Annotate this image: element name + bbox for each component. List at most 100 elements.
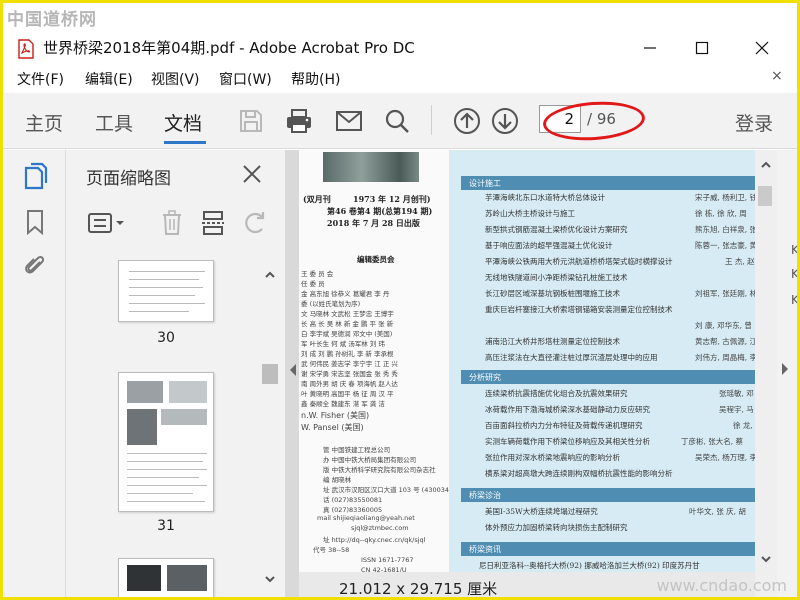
close-window-button[interactable] bbox=[739, 33, 785, 63]
search-icon[interactable] bbox=[381, 105, 413, 137]
right-strip-glyph: K bbox=[791, 267, 799, 281]
editorial-line: 金 高东旭 徐恭义 葛耀君 李 丹 bbox=[301, 290, 390, 298]
editorial-line: sjql@ztmbec.com bbox=[351, 524, 409, 532]
document-scrollbar[interactable] bbox=[755, 150, 777, 597]
toc-authors: 徐 栋, 徐 欣, 周 bbox=[695, 209, 747, 218]
delete-pages-icon[interactable] bbox=[158, 208, 186, 238]
next-page-icon[interactable] bbox=[489, 105, 521, 137]
toc-entry: 实测车辆荷载作用下桥梁位移响应及其相关性分析 bbox=[485, 437, 650, 446]
editorial-line: 叶 黄晓明 高国平 杨 征 周 汉 平 bbox=[301, 390, 394, 398]
document-scrollbar-thumb[interactable] bbox=[758, 186, 772, 206]
toc-authors: 吴程宇, 马 bbox=[719, 405, 754, 414]
toc-entry: 体外预应力加固桥梁转向块损伤主配制研究 bbox=[485, 523, 628, 532]
toc-entry: 横系梁对超高墩大跨连续刚构双幅桥抗震性能的影响分析 bbox=[485, 469, 673, 478]
thumbnail-scrollbar-thumb[interactable] bbox=[262, 364, 278, 384]
attachment-icon[interactable] bbox=[21, 252, 49, 280]
toc-authors: 刘伟方, 周晶梅, 李 bbox=[695, 353, 758, 362]
editorial-line: 委 (以姓氏笔划为序) bbox=[301, 300, 361, 308]
toc-entry: 高压注浆法在大直径灌注桩过厚沉渣层处理中的应用 bbox=[485, 353, 658, 362]
extract-pages-icon[interactable] bbox=[198, 208, 228, 238]
scroll-up-arrow-icon[interactable] bbox=[264, 266, 276, 278]
editorial-line: 址 http://dq--qky.cnec.cn/qk/sjql bbox=[323, 536, 426, 544]
page-number-input[interactable] bbox=[539, 105, 581, 133]
editorial-line: 军 叶长生 何 斌 汤军林 刘 玮 bbox=[301, 340, 385, 348]
editorial-line: 长 高 长 吴 林 新 金 鹏 平 张 新 bbox=[301, 320, 394, 328]
print-icon[interactable] bbox=[283, 105, 315, 137]
panel-title: 页面缩略图 bbox=[86, 169, 171, 189]
tab-home[interactable]: 主页 bbox=[25, 109, 63, 136]
menu-edit[interactable]: 编辑(E) bbox=[85, 69, 133, 89]
window-title: 世界桥梁2018年第04期.pdf - Adobe Acrobat Pro DC bbox=[43, 39, 415, 57]
toc-section-heading: 桥梁诊治 bbox=[461, 488, 779, 502]
page-total: / 96 bbox=[587, 110, 616, 128]
toolbar-separator bbox=[431, 105, 432, 135]
toc-authors: 黄志帮, 古佩源, 江 bbox=[695, 337, 758, 346]
save-icon[interactable] bbox=[235, 105, 267, 137]
editorial-line: 文 马晓林 文武松 王梦忠 王博宇 bbox=[301, 310, 394, 318]
menu-file[interactable]: 文件(F) bbox=[17, 69, 64, 89]
page-left-column: (双月刊 1973 年 12 月创刊) 第46 卷第4 期(总第194 期) 2… bbox=[299, 150, 452, 582]
masthead-line: (双月刊 bbox=[303, 194, 331, 204]
editorial-line: mail shijieqiaoliang@yeah.net bbox=[317, 514, 415, 522]
toc-entry: 芋潭海峡北东口水道特大桥总体设计 bbox=[485, 193, 605, 202]
maximize-button[interactable] bbox=[679, 33, 725, 63]
doc-scroll-up-icon[interactable] bbox=[760, 156, 772, 175]
editorial-title: 编辑委员会 bbox=[357, 255, 395, 264]
email-icon[interactable] bbox=[333, 105, 365, 137]
thumbnail-page-30[interactable] bbox=[118, 260, 214, 322]
editorial-line: 管 中国铁建工程总公司 bbox=[323, 446, 391, 454]
editorial-line: 编 胡晓林 bbox=[323, 476, 352, 484]
masthead-line: 1973 年 12 月创刊) bbox=[353, 194, 431, 204]
expand-right-pane-arrow-icon[interactable] bbox=[781, 361, 789, 375]
toc-section-heading: 设计施工 bbox=[461, 176, 779, 190]
toc-authors: 刘 康, 邓华东, 曾 bbox=[695, 321, 752, 330]
close-panel-icon[interactable] bbox=[238, 160, 266, 188]
toc-authors: 张瑶敏, 邓 bbox=[719, 389, 754, 398]
login-link[interactable]: 登录 bbox=[735, 109, 773, 136]
tab-document[interactable]: 文档 bbox=[164, 109, 202, 136]
page-dimensions: 21.012 x 29.715 厘米 bbox=[339, 580, 498, 598]
doc-scroll-down-icon[interactable] bbox=[760, 550, 772, 569]
bookmark-icon[interactable] bbox=[21, 208, 49, 236]
page-right-column: 设计施工 芋潭海峡北东口水道特大桥总体设计 宋子威, 杨利卫, 钱 苏岭山大桥主… bbox=[449, 150, 779, 582]
toc-entry: 冰荷载作用下渤海城桥梁深水基础静动力反应研究 bbox=[485, 405, 650, 414]
collapse-left-pane-arrow-icon[interactable] bbox=[289, 362, 297, 376]
toc-authors: 丁彦彬, 张大名, 蔡 bbox=[681, 437, 744, 446]
thumbnail-page-31[interactable] bbox=[118, 372, 214, 512]
menu-help[interactable]: 帮助(H) bbox=[291, 69, 340, 89]
toc-entry: 浦南沿江大桥井形塔柱测量定位控制技术 bbox=[485, 337, 620, 346]
menu-bar: 文件(F) 编辑(E) 视图(V) 窗口(W) 帮助(H) × bbox=[3, 65, 797, 93]
editorial-line: 代号 38--58 bbox=[313, 546, 350, 554]
toc-entry: 百亩面斜拉桥内力分布特征及荷载传递机理研究 bbox=[485, 421, 643, 430]
toc-entry: 新型拱式钢筋混凝土梁桥优化设计方案研究 bbox=[485, 225, 628, 234]
active-tab-indicator bbox=[164, 141, 206, 144]
thumbnail-options-menu-icon[interactable] bbox=[86, 208, 128, 238]
toc-entry: 美国I-35W大桥连续垮塌过程研究 bbox=[485, 507, 598, 516]
page-thumbnails-panel: 页面缩略图 30 31 bbox=[66, 150, 285, 597]
scroll-down-arrow-icon[interactable] bbox=[264, 570, 276, 583]
menu-window[interactable]: 窗口(W) bbox=[219, 69, 272, 89]
menu-view[interactable]: 视图(V) bbox=[151, 69, 200, 89]
editorial-line: 王 委 员 会 bbox=[301, 270, 334, 278]
editorial-line: 谢 宋学勇 宋志坚 张国金 张 秀 秀 bbox=[301, 370, 398, 378]
page-thumbnails-icon[interactable] bbox=[21, 162, 49, 190]
pdf-page: (双月刊 1973 年 12 月创刊) 第46 卷第4 期(总第194 期) 2… bbox=[299, 150, 779, 582]
toc-authors: 陈蓉一, 张志豪, 黄 bbox=[695, 241, 758, 250]
rotate-page-icon[interactable] bbox=[240, 208, 270, 238]
editorial-line: 址 武汉市汉阳区汉口大道 103 号 (430034) bbox=[323, 486, 452, 494]
pdf-file-icon bbox=[17, 39, 35, 59]
thumbnail-page-32[interactable] bbox=[118, 558, 214, 597]
minimize-button[interactable] bbox=[627, 33, 673, 63]
close-document-button[interactable]: × bbox=[771, 68, 783, 84]
toc-entry: 张拉作用对深水桥梁地震响应的影响分析 bbox=[485, 453, 620, 462]
editorial-line: n.W. Fisher (美国) bbox=[301, 411, 370, 420]
editorial-line: 版 中铁大桥科学研究院有限公司杂志社 bbox=[323, 466, 436, 474]
right-strip-glyph: K bbox=[791, 243, 799, 257]
editorial-line: 办 中国中铁大桥局集团有限公司 bbox=[323, 456, 417, 464]
toc-entry: 连续梁桥抗震措施优化组合及抗震效果研究 bbox=[485, 389, 628, 398]
toolbar: 主页 工具 文档 / 96 登录 bbox=[3, 93, 797, 149]
previous-page-icon[interactable] bbox=[451, 105, 483, 137]
thumbnail-page-label: 30 bbox=[157, 330, 175, 346]
editorial-line: W. Pansel (美国) bbox=[301, 423, 364, 432]
tab-tools[interactable]: 工具 bbox=[95, 109, 133, 136]
